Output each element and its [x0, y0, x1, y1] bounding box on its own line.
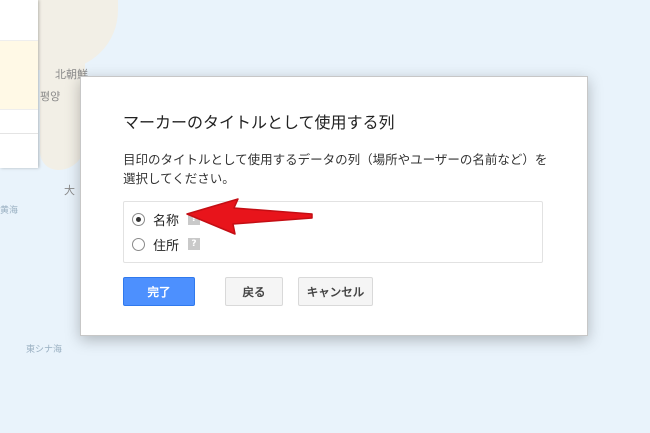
dialog-description: 目印のタイトルとして使用するデータの列（場所やユーザーの名前など）を選択してくだ…	[123, 152, 548, 186]
map-label-pyongyang: 평양	[40, 90, 61, 103]
option-label: 名称	[153, 213, 180, 229]
layers-panel	[0, 0, 38, 168]
radio-name[interactable]	[132, 212, 145, 226]
help-icon[interactable]: ?	[188, 238, 201, 250]
dialog-title: マーカーのタイトルとして使用する列	[123, 113, 395, 132]
map-label-sea: 黄海	[0, 206, 19, 216]
map-label-daikan: 大	[64, 184, 75, 197]
title-column-dialog: マーカーのタイトルとして使用する列 目印のタイトルとして使用するデータの列（場所…	[80, 76, 588, 336]
column-options: 名称 ? 住所 ?	[123, 201, 543, 263]
panel-divider	[0, 133, 38, 134]
cancel-button[interactable]: キャンセル	[298, 277, 373, 306]
radio-address[interactable]	[132, 237, 145, 251]
option-name[interactable]: 名称 ?	[132, 210, 201, 229]
panel-highlight	[0, 40, 38, 110]
back-button[interactable]: 戻る	[225, 277, 283, 306]
done-button[interactable]: 完了	[123, 277, 195, 306]
help-icon[interactable]: ?	[188, 213, 201, 225]
option-label: 住所	[153, 238, 180, 254]
map-label-east-china-sea: 東シナ海	[26, 345, 63, 355]
option-address[interactable]: 住所 ?	[132, 235, 201, 254]
